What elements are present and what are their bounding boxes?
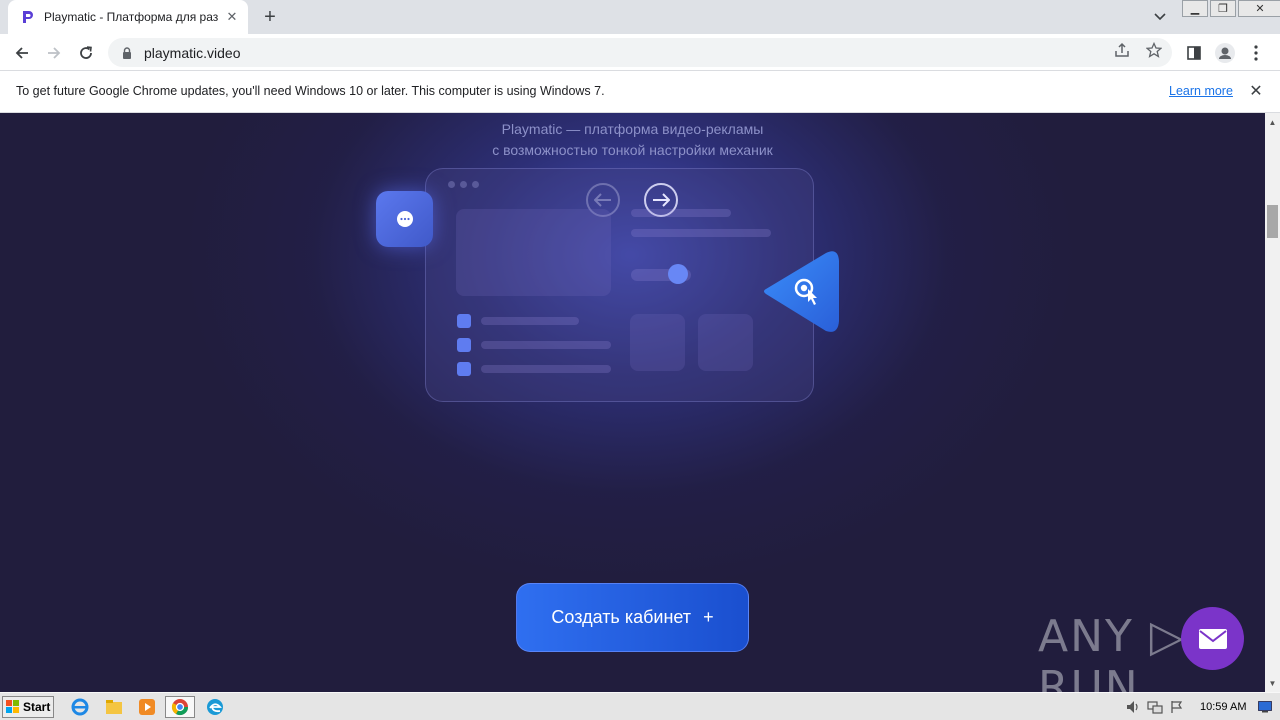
- edge-icon[interactable]: [202, 696, 228, 718]
- browser-toolbar: playmatic.video: [0, 34, 1280, 71]
- internet-explorer-icon[interactable]: [67, 696, 93, 718]
- text-placeholder: [481, 341, 611, 349]
- volume-icon[interactable]: [1122, 697, 1144, 717]
- share-icon[interactable]: [1113, 41, 1131, 59]
- infobar-message: To get future Google Chrome updates, you…: [16, 84, 605, 98]
- window-dots: [448, 181, 479, 188]
- lock-icon[interactable]: [120, 46, 134, 60]
- tab-strip: Playmatic - Платформа для размещ ✕ + ▁ ❐…: [0, 0, 1280, 34]
- taskbar-clock: 10:59 AM: [1200, 701, 1247, 713]
- hero-subtitle-line1: Playmatic — платформа видео-рекламы: [501, 121, 764, 137]
- chat-bubble-icon: [376, 191, 433, 247]
- bookmark-star-icon[interactable]: [1145, 41, 1163, 59]
- address-bar[interactable]: playmatic.video: [108, 38, 1172, 67]
- create-account-button[interactable]: Создать кабинет +: [516, 583, 749, 652]
- kebab-menu-icon[interactable]: [1243, 40, 1269, 66]
- forward-arrow-icon[interactable]: [41, 40, 67, 66]
- playmatic-favicon-icon: [20, 9, 36, 25]
- text-placeholder: [631, 229, 771, 237]
- checkbox-shape: [457, 338, 471, 352]
- side-panel-icon[interactable]: [1181, 40, 1207, 66]
- new-tab-button[interactable]: +: [258, 6, 282, 28]
- tab-title: Playmatic - Платформа для размещ: [44, 10, 218, 24]
- scrollbar-thumb[interactable]: [1267, 205, 1278, 238]
- action-center-flag-icon[interactable]: [1166, 697, 1188, 717]
- url-text[interactable]: playmatic.video: [144, 45, 1172, 61]
- checkbox-shape: [457, 314, 471, 328]
- cta-label: Создать кабинет: [551, 607, 692, 627]
- page-content: Playmatic — платформа видео-рекламы с во…: [0, 113, 1265, 692]
- network-icon[interactable]: [1144, 697, 1166, 717]
- hero-subtitle-line2: с возможностью тонкой настройки механик: [492, 142, 773, 158]
- media-player-icon[interactable]: [134, 696, 160, 718]
- tile-placeholder: [698, 314, 753, 371]
- browser-tab[interactable]: Playmatic - Платформа для размещ ✕: [8, 0, 248, 34]
- scroll-down-arrow-icon[interactable]: ▼: [1265, 676, 1280, 690]
- start-button[interactable]: Start: [2, 696, 54, 718]
- start-label: Start: [23, 700, 51, 714]
- reload-icon[interactable]: [73, 40, 99, 66]
- plus-icon: +: [703, 607, 714, 627]
- scroll-up-arrow-icon[interactable]: ▲: [1265, 115, 1280, 129]
- ui-illustration-card: [425, 168, 814, 402]
- mail-chat-button[interactable]: [1181, 607, 1244, 670]
- text-placeholder: [631, 209, 731, 217]
- tab-search-chevron-icon[interactable]: [1150, 8, 1170, 26]
- toggle-knob: [668, 264, 688, 284]
- checkbox-shape: [457, 362, 471, 376]
- infobar-close-icon[interactable]: ✕: [1247, 82, 1265, 100]
- media-placeholder: [456, 209, 611, 296]
- restore-button[interactable]: ❐: [1210, 0, 1236, 17]
- show-desktop-icon[interactable]: [1254, 697, 1276, 717]
- play-cursor-icon: [764, 251, 839, 332]
- envelope-icon: [1198, 628, 1227, 649]
- page-scrollbar[interactable]: ▲ ▼: [1265, 113, 1280, 692]
- update-infobar: To get future Google Chrome updates, you…: [0, 71, 1280, 113]
- tile-placeholder: [630, 314, 685, 371]
- profile-avatar-icon[interactable]: [1212, 40, 1238, 66]
- system-tray: 10:59 AM: [1122, 695, 1278, 719]
- text-placeholder: [481, 365, 611, 373]
- window-close-button[interactable]: ✕: [1238, 0, 1280, 17]
- tab-close-icon[interactable]: ✕: [224, 9, 240, 25]
- minimize-button[interactable]: ▁: [1182, 0, 1208, 17]
- chrome-taskbar-icon[interactable]: [165, 696, 195, 718]
- windows-taskbar: Start 10:59 AM: [0, 692, 1280, 720]
- windows-logo-icon: [6, 700, 19, 713]
- back-arrow-icon[interactable]: [9, 40, 35, 66]
- learn-more-link[interactable]: Learn more: [1169, 84, 1233, 98]
- file-explorer-icon[interactable]: [101, 696, 127, 718]
- text-placeholder: [481, 317, 579, 325]
- window-controls: ▁ ❐ ✕: [1182, 0, 1280, 18]
